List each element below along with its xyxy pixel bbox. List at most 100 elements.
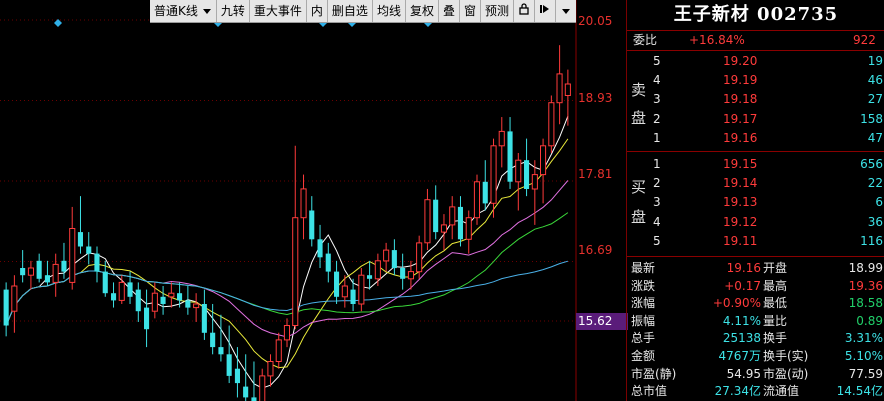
candle-body: [367, 275, 373, 279]
stock-title: 王子新材 002735: [673, 4, 839, 25]
candle: [300, 174, 307, 240]
candle-body: [374, 260, 381, 280]
stat-label: 总市值: [631, 384, 668, 399]
candle-body: [457, 206, 463, 240]
remove-watchlist-button[interactable]: 删自选: [328, 0, 373, 22]
buy-price: 19.15: [723, 157, 758, 171]
candle: [144, 289, 150, 348]
candle: [507, 117, 513, 189]
sell-row-3[interactable]: 3 19.18 27: [627, 90, 884, 109]
candle-body: [325, 253, 331, 272]
candle: [334, 260, 340, 304]
major-events-button[interactable]: 重大事件: [250, 0, 307, 22]
candle-body: [127, 282, 133, 297]
candle: [160, 286, 166, 315]
candle-body: [490, 145, 497, 204]
current-price-axis-label: 15.62: [576, 313, 628, 330]
stat-label: 最低: [763, 296, 788, 311]
candle-body: [416, 242, 423, 273]
candle: [267, 354, 274, 387]
candle-body: [151, 292, 158, 312]
stat-row: 总市值 27.34亿 流通值 14.54亿: [627, 382, 884, 400]
stat-value: 19.16: [726, 261, 761, 275]
sell-volume: 27: [867, 92, 883, 107]
sell-price: 19.18: [723, 92, 758, 107]
candle-body: [317, 239, 323, 258]
candle: [433, 185, 439, 240]
stat-label: 金额: [631, 349, 656, 363]
candle-body: [61, 260, 67, 272]
sell-row-2[interactable]: 2 19.17 158: [627, 110, 884, 129]
stat-label: 市盈(静): [631, 366, 677, 381]
candle: [52, 253, 59, 297]
candle-body: [465, 217, 472, 240]
moving-average-button[interactable]: 均线: [373, 0, 406, 22]
candle-body: [210, 332, 216, 348]
stat-value: 27.34亿: [714, 384, 761, 399]
candle-body: [358, 274, 365, 305]
candle: [259, 368, 266, 401]
stat-label: 换手(实): [763, 349, 809, 363]
candle-body: [531, 174, 538, 190]
buy-row-1[interactable]: 1 19.15 656: [627, 155, 884, 174]
candle-body: [77, 232, 83, 247]
candle-body: [473, 181, 480, 219]
candle: [449, 196, 456, 240]
kline-type-select[interactable]: 普通K线: [150, 0, 217, 22]
candle-body: [11, 285, 18, 312]
window-button[interactable]: 窗: [460, 0, 481, 22]
candle-body: [407, 271, 414, 280]
overlay-button[interactable]: 叠: [439, 0, 460, 22]
buy-row-3[interactable]: 3 19.13 6: [627, 193, 884, 212]
forecast-button[interactable]: 预测: [481, 0, 515, 22]
sell-row-5[interactable]: 5 19.20 19: [627, 52, 884, 71]
buy-level: 2: [653, 176, 661, 191]
candle: [400, 253, 406, 290]
menu-down-icon[interactable]: [556, 0, 576, 22]
stat-value: +0.90%: [712, 296, 761, 311]
candle-body: [160, 296, 166, 304]
candle-body: [515, 159, 522, 183]
buy-volume: 6: [875, 195, 883, 210]
jiuzhuan-button[interactable]: 九转: [217, 0, 250, 22]
candle-body: [243, 386, 249, 398]
stat-label: 开盘: [763, 261, 788, 275]
candle: [374, 253, 381, 286]
candle-body: [292, 217, 299, 326]
candle-body: [400, 268, 406, 279]
sell-row-1[interactable]: 1 19.16 47: [627, 129, 884, 148]
stat-label: 换手: [763, 331, 788, 346]
commission-diff: 922: [853, 33, 876, 47]
buy-row-2[interactable]: 2 19.14 22: [627, 174, 884, 193]
kline-chart-svg[interactable]: [0, 0, 626, 401]
sell-level: 3: [653, 92, 661, 107]
candle-body: [135, 289, 141, 312]
candle: [44, 260, 50, 286]
buy-row-4[interactable]: 4 19.12 36: [627, 213, 884, 232]
candle: [457, 196, 463, 247]
buy-row-5[interactable]: 5 19.11 116: [627, 232, 884, 251]
inner-button[interactable]: 内: [307, 0, 328, 22]
candle: [77, 196, 83, 254]
candle: [275, 332, 282, 369]
candle: [94, 246, 100, 283]
sell-row-4[interactable]: 4 19.19 46: [627, 71, 884, 90]
candle: [440, 214, 447, 251]
sell-price: 19.20: [723, 54, 758, 68]
candle-body: [20, 268, 26, 276]
stat-label: 振幅: [631, 313, 656, 328]
kline-chart[interactable]: 普通K线 九转 重大事件 内 删自选 均线 复权 叠 窗 预测 20.05 18…: [0, 0, 628, 401]
sell-volume: 46: [867, 73, 883, 88]
lock-icon[interactable]: [514, 0, 536, 22]
stat-value: 0.89: [856, 313, 883, 328]
stat-row: 总手 25138 换手 3.31%: [627, 329, 884, 347]
candle-body: [185, 300, 191, 308]
pin-right-icon[interactable]: [535, 0, 557, 22]
candle: [473, 174, 480, 225]
candle: [391, 239, 397, 276]
stat-value: 54.95: [726, 366, 761, 381]
candle-body: [449, 206, 456, 226]
stat-row: 涨幅 +0.90% 最低 18.58: [627, 294, 884, 312]
adjust-button[interactable]: 复权: [406, 0, 439, 22]
candle-body: [86, 246, 92, 254]
